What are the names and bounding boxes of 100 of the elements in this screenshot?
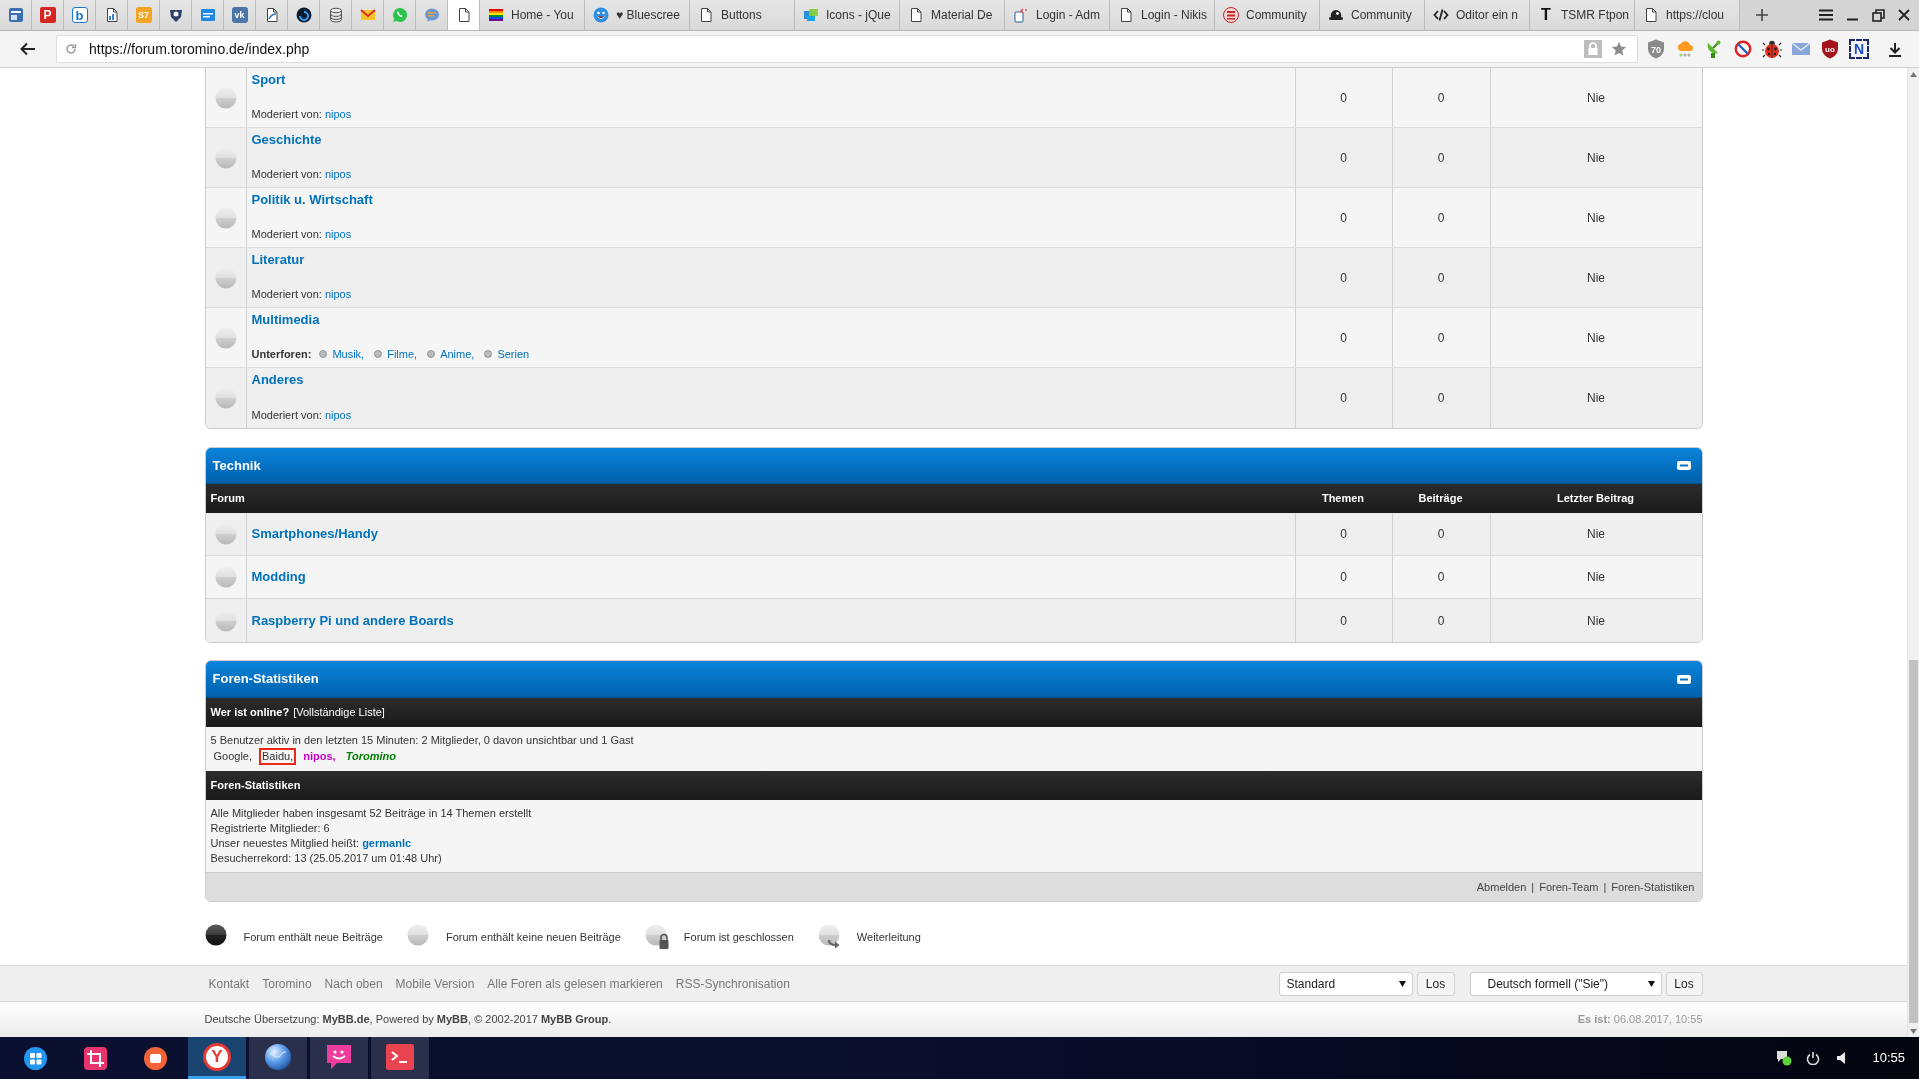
reload-icon[interactable] — [65, 43, 77, 55]
footer-link[interactable]: Toromino — [262, 974, 312, 993]
star-icon[interactable] — [1611, 41, 1627, 57]
moderator-link[interactable]: nipos — [324, 168, 352, 180]
subforum-link[interactable]: Musik, — [332, 347, 365, 361]
forum-title-link[interactable]: Literatur — [251, 251, 305, 269]
browser-tab[interactable]: Material De — [900, 0, 1005, 30]
collapse-icon[interactable] — [1676, 461, 1691, 470]
topic-count-cell: 0 — [1294, 513, 1392, 555]
moderator-link[interactable]: nipos — [324, 228, 352, 240]
clock-text: 10:55 — [1872, 1049, 1905, 1068]
scrollbar-thumb[interactable] — [1909, 660, 1918, 1023]
browser-tab[interactable]: vk — [224, 0, 256, 30]
full-list-link[interactable]: [Vollständige Liste] — [293, 704, 385, 721]
forum-title-link[interactable]: Modding — [251, 568, 306, 586]
moderator-link[interactable]: nipos — [324, 288, 352, 300]
footer-link[interactable]: Nach oben — [324, 974, 383, 993]
subforum-link[interactable]: Serien — [497, 347, 530, 361]
browser-tab[interactable]: b — [64, 0, 96, 30]
forum-title-link[interactable]: Geschichte — [251, 131, 322, 149]
crop-icon[interactable] — [84, 1046, 107, 1070]
user-name[interactable]: Toromino — [342, 748, 399, 765]
user-name[interactable]: Google, — [210, 748, 256, 765]
taskbar-button[interactable] — [310, 1037, 368, 1079]
browser-tab[interactable]: https://clou — [1635, 0, 1740, 30]
subforum-link[interactable]: Filme, — [387, 347, 418, 361]
browser-tab[interactable] — [448, 0, 480, 30]
user-name[interactable]: Baidu, — [259, 748, 297, 765]
footer-link[interactable]: RSS-Synchronisation — [675, 974, 790, 993]
browser-tab[interactable]: Login - Nikis — [1110, 0, 1215, 30]
moderator-link[interactable]: nipos — [324, 409, 352, 421]
collapse-icon[interactable] — [1676, 674, 1691, 684]
dish-icon[interactable] — [1705, 39, 1723, 59]
go-button[interactable]: Los — [1665, 971, 1703, 996]
scroll-up-icon[interactable] — [1910, 71, 1917, 77]
browser-tab[interactable]: Home - You — [480, 0, 585, 30]
browser-tab[interactable] — [160, 0, 192, 30]
ring-icon — [295, 7, 312, 23]
address-field[interactable]: https://forum.toromino.de/index.php — [56, 35, 1638, 63]
browser-tab[interactable]: Oditor ein n — [1425, 0, 1530, 30]
last-post-cell: Nie — [1489, 128, 1702, 187]
column-header: Forum — [209, 491, 246, 507]
ban-icon[interactable] — [1734, 40, 1752, 58]
subforum-dot-icon — [374, 350, 383, 358]
letter-tile-icon: P — [39, 7, 56, 23]
menu-icon[interactable] — [1819, 9, 1833, 21]
browser-tab[interactable]: T TSMR Ftpon — [1530, 0, 1635, 30]
language-select[interactable]: Deutsch formell ("Sie") — [1469, 971, 1662, 996]
scroll-down-icon[interactable] — [1910, 1028, 1917, 1034]
browser-tab[interactable]: ♥ Bluescree — [585, 0, 690, 30]
download-icon[interactable] — [1888, 41, 1902, 57]
app-grid-icon[interactable] — [24, 1046, 47, 1070]
footer-link[interactable]: Kontakt — [208, 974, 250, 993]
taskbar-button[interactable] — [249, 1037, 307, 1079]
forum-title-link[interactable]: Multimedia — [251, 311, 320, 329]
stats-text: Registrierte Mitglieder: 6 — [210, 821, 331, 836]
shield-icon[interactable]: 70 — [1647, 39, 1665, 59]
theme-select[interactable]: Standard — [1278, 971, 1413, 996]
browser-tab[interactable] — [288, 0, 320, 30]
forum-title-link[interactable]: Raspberry Pi und andere Boards — [251, 611, 454, 630]
circle-icon — [406, 924, 429, 946]
legend-label: Forum enthält neue Beiträge — [243, 929, 383, 945]
user-name[interactable]: nipos, — [300, 748, 339, 765]
back-icon[interactable] — [20, 42, 36, 56]
forum-title-link[interactable]: Politik u. Wirtschaft — [251, 191, 373, 209]
forum-title-link[interactable]: Sport — [251, 71, 286, 89]
shield-icon[interactable]: uo — [1821, 39, 1839, 59]
browser-tab[interactable]: Login - Adm — [1005, 0, 1110, 30]
plus-icon[interactable] — [1755, 8, 1769, 22]
browser-tab[interactable]: Buttons — [690, 0, 795, 30]
chat-status-icon[interactable] — [1776, 1050, 1793, 1066]
taskbar-button[interactable]: Y — [188, 1037, 246, 1079]
forum-title-link[interactable]: Anderes — [251, 371, 304, 389]
power-icon[interactable] — [1806, 1051, 1821, 1065]
moderator-link[interactable]: nipos — [324, 108, 352, 120]
app-circle-icon[interactable] — [144, 1046, 167, 1070]
browser-tab[interactable] — [256, 0, 288, 30]
go-button[interactable]: Los — [1416, 971, 1455, 996]
taskbar-button[interactable] — [371, 1037, 429, 1079]
envelope-icon — [359, 7, 376, 23]
footer-link[interactable]: Foren-Team — [1539, 878, 1599, 896]
browser-tab[interactable]: Icons - jQue — [795, 0, 900, 30]
browser-tab[interactable]: Community — [1320, 0, 1425, 30]
ladybug-icon[interactable] — [1762, 39, 1782, 59]
subforum-link[interactable]: Anime, — [440, 347, 475, 361]
topic-count-cell: 0 — [1294, 128, 1392, 187]
close-icon[interactable] — [1898, 9, 1910, 21]
restore-icon[interactable] — [1872, 8, 1885, 22]
footer-link[interactable]: Mobile Version — [395, 974, 475, 993]
footer-link[interactable]: Alle Foren als gelesen markieren — [487, 974, 663, 993]
browser-tab[interactable] — [96, 0, 128, 30]
member-link[interactable]: germanlc — [362, 837, 412, 849]
circle-icon — [204, 924, 227, 946]
footer-link[interactable]: Abmelden — [1476, 878, 1527, 896]
post-count-cell: 0 — [1391, 556, 1490, 598]
footer-link[interactable]: Foren-Statistiken — [1611, 878, 1695, 896]
browser-tab[interactable]: P — [32, 0, 64, 30]
browser-tab[interactable]: Community — [1215, 0, 1320, 30]
forum-title-link[interactable]: Smartphones/Handy — [251, 525, 378, 543]
letter-icon[interactable]: N — [1849, 39, 1869, 59]
